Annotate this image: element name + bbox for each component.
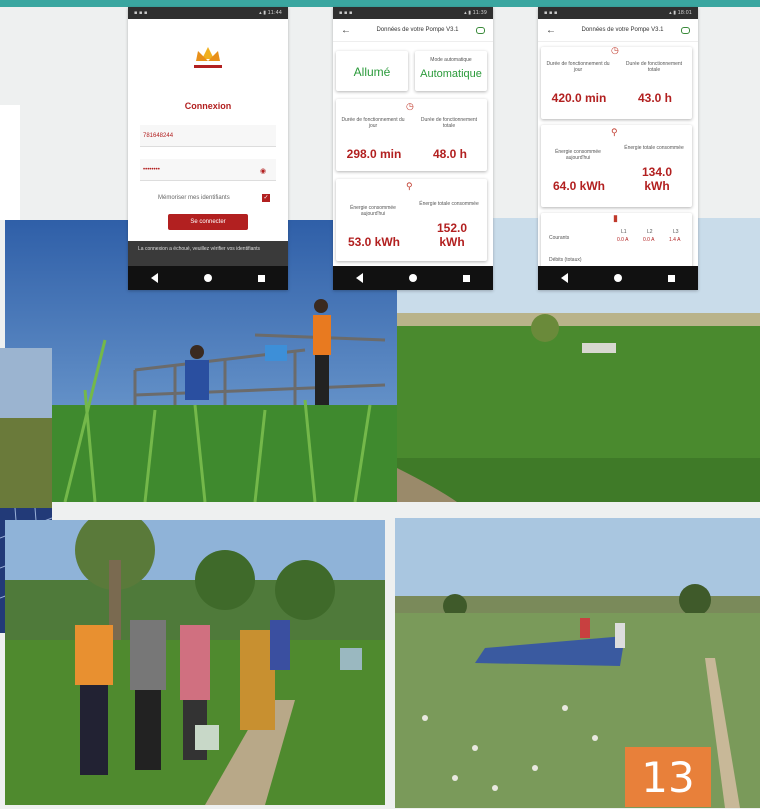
back-nav-icon[interactable] <box>151 273 158 283</box>
daily-duration-label: Durée de fonctionnement du jour <box>546 61 610 73</box>
mode-value: Automatique <box>420 68 482 80</box>
page-number-badge: 13 <box>625 747 711 807</box>
daily-duration-label: Durée de fonctionnement du jour <box>341 117 405 129</box>
total-duration-value: 48.0 h <box>432 147 468 161</box>
clock-icon: ◷ <box>406 101 414 111</box>
l3-value: 1.4 A <box>669 237 681 243</box>
login-button[interactable]: Se connecter <box>168 214 248 230</box>
remember-checkbox[interactable]: ✓ <box>262 194 270 202</box>
mode-label: Mode automatique <box>430 57 472 63</box>
status-card: Allumé <box>336 51 408 91</box>
l3-label: L3 <box>673 229 679 235</box>
phone-pump-data-screen-2: ▪ ▪ ▪ ▴ ▮ 18:01 ← Données de votre Pompe V… <box>538 7 698 290</box>
android-nav-bar <box>333 266 493 290</box>
battery-icon: ▮ <box>613 213 618 223</box>
total-duration-label: Durée de fonctionnement totale <box>420 117 478 129</box>
status-value: Allumé <box>353 65 391 79</box>
login-title: Connexion <box>184 101 232 111</box>
toggle-icon[interactable] <box>681 26 690 34</box>
recent-apps-nav-icon[interactable] <box>463 274 470 282</box>
status-bar: ▪ ▪ ▪ ▴ ▮ 11:39 <box>333 7 493 19</box>
phone-pump-data-screen-1: ▪ ▪ ▪ ▴ ▮ 11:39 ← Données de votre Pompe V… <box>333 7 493 290</box>
daily-duration-value: 420.0 min <box>551 91 607 105</box>
android-nav-bar <box>538 266 698 290</box>
daily-duration-value: 298.0 min <box>346 147 402 161</box>
home-nav-icon[interactable] <box>614 274 622 282</box>
back-nav-icon[interactable] <box>356 273 363 283</box>
left-white-panel <box>0 105 20 220</box>
energy-today-value: 53.0 kWh <box>347 235 401 249</box>
energy-total-value: 134.0 kWh <box>641 165 673 193</box>
top-accent-bar <box>0 0 760 7</box>
recent-apps-nav-icon[interactable] <box>258 274 265 282</box>
phone-login-screen: ▪ ▪ ▪ ▴ ▮ 11:44 Connexion 781648244 •••••… <box>128 7 288 290</box>
total-duration-value: 43.0 h <box>637 91 673 105</box>
duration-card: ◷ Durée de fonctionnement du jour 420.0 … <box>541 45 692 119</box>
energy-total-value: 152.0 kWh <box>436 221 468 249</box>
home-nav-icon[interactable] <box>409 274 417 282</box>
current-card: ▮ Courants L1 L2 L3 0.0 A 0.0 A 1.4 A Dé… <box>541 213 692 273</box>
current-label: Courants <box>549 235 570 241</box>
back-nav-icon[interactable] <box>561 273 568 283</box>
energy-total-label: Énergie totale consommée <box>419 201 479 207</box>
phone-number-field[interactable]: 781648244 <box>140 125 276 147</box>
header-title: Données de votre Pompe V3.1 <box>581 27 664 33</box>
energy-today-label: Énergie consommée aujourd'hui <box>350 205 396 217</box>
app-header: ← Données de votre Pompe V3.1 <box>333 19 493 42</box>
flow-label: Débits (totaux) <box>549 257 582 263</box>
back-arrow-icon[interactable]: ← <box>341 25 351 36</box>
l1-value: 0.0 A <box>617 237 629 243</box>
header-title: Données de votre Pompe V3.1 <box>376 27 459 33</box>
l1-label: L1 <box>621 229 627 235</box>
energy-today-label: Énergie consommée aujourd'hui <box>555 149 601 161</box>
android-nav-bar <box>128 266 288 290</box>
duration-card: ◷ Durée de fonctionnement du jour 298.0 … <box>336 99 487 171</box>
photo-group-people <box>5 520 385 805</box>
home-nav-icon[interactable] <box>204 274 212 282</box>
show-password-eye-icon[interactable]: ◉ <box>260 167 266 175</box>
energy-total-label: Énergie totale consommée <box>624 145 684 151</box>
energy-pin-icon: ⚲ <box>611 127 618 137</box>
error-toast: La connexion a échoué, veuillez vérifier… <box>128 241 288 266</box>
recent-apps-nav-icon[interactable] <box>668 274 675 282</box>
mode-card: Mode automatique Automatique <box>415 51 487 91</box>
password-field[interactable]: •••••••• <box>140 159 276 181</box>
clock-icon: ◷ <box>611 45 619 55</box>
status-bar: ▪ ▪ ▪ ▴ ▮ 18:01 <box>538 7 698 19</box>
total-duration-label: Durée de fonctionnement totale <box>625 61 683 73</box>
energy-today-value: 64.0 kWh <box>552 179 606 193</box>
app-header: ← Données de votre Pompe V3.1 <box>538 19 698 42</box>
l2-value: 0.0 A <box>643 237 655 243</box>
status-bar: ▪ ▪ ▪ ▴ ▮ 11:44 <box>128 7 288 19</box>
energy-pin-icon: ⚲ <box>406 181 413 191</box>
l2-label: L2 <box>647 229 653 235</box>
app-logo <box>190 45 226 75</box>
energy-card: ⚲ Énergie consommée aujourd'hui 53.0 kWh… <box>336 179 487 261</box>
remember-label: Mémoriser mes identifiants <box>158 195 230 201</box>
back-arrow-icon[interactable]: ← <box>546 25 556 36</box>
toggle-icon[interactable] <box>476 26 485 34</box>
energy-card: ⚲ Énergie consommée aujourd'hui 64.0 kWh… <box>541 125 692 207</box>
